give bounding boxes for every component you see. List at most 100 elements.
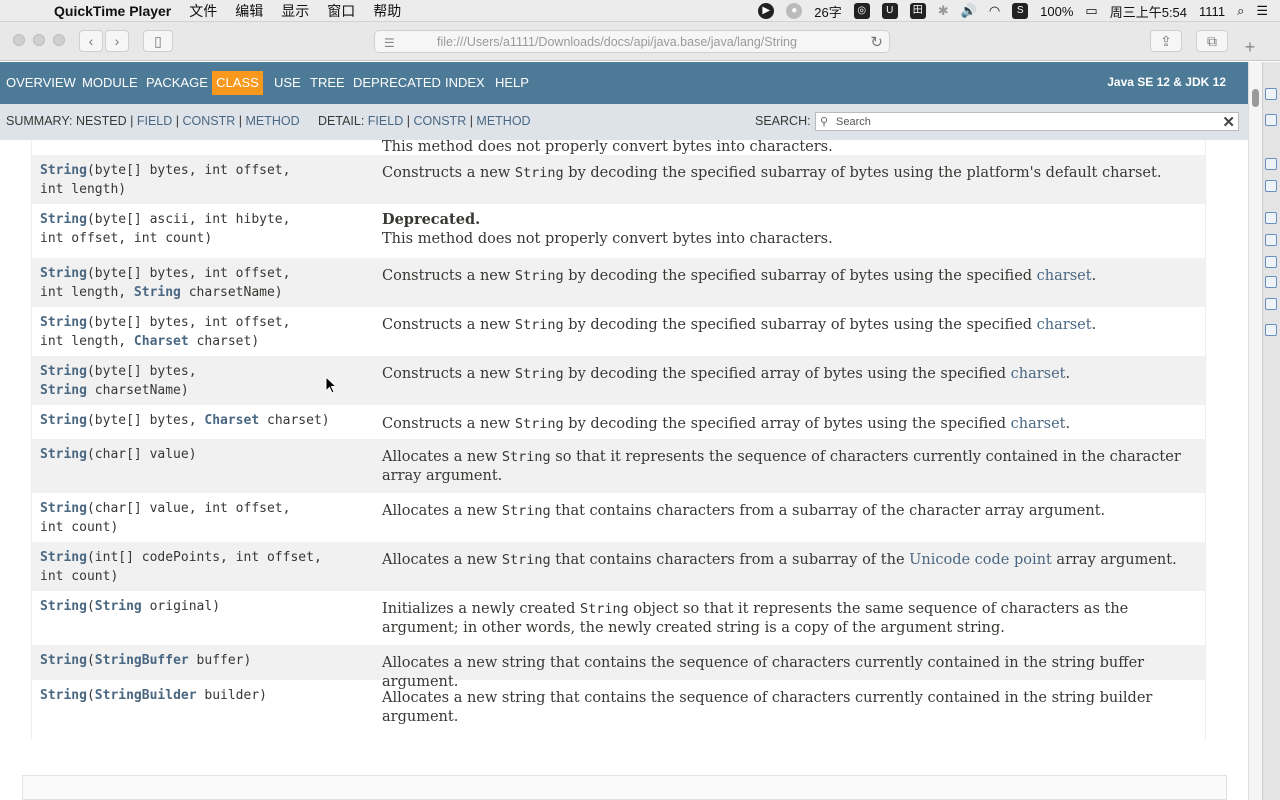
detail-method-link[interactable]: METHOD [476,114,530,128]
url-text[interactable]: file:///Users/a1111/Downloads/docs/api/j… [437,35,827,49]
app-menu[interactable]: QuickTime Player [54,3,171,19]
constructor-signature[interactable]: String(String original) [40,597,220,616]
nav-package[interactable]: PACKAGE [146,75,208,90]
dock-app-icon[interactable] [1265,298,1277,310]
constructor-signature[interactable]: String(char[] value) [40,445,197,464]
constructor-description: Deprecated. This method does not properly… [382,211,833,247]
nav-class-active[interactable]: CLASS [212,71,263,95]
search-placeholder: Search [836,116,871,128]
input-method-icon[interactable]: 田 [909,3,926,19]
word-count[interactable]: 26字 [814,2,841,21]
volume-icon[interactable]: 🔊 [961,3,977,19]
clipboard-icon[interactable]: U [881,3,898,19]
dock-app-icon[interactable] [1265,234,1277,246]
menu-help[interactable]: 帮助 [373,1,401,21]
sidebar-icon[interactable]: ▯ [143,30,173,52]
dock-app-icon[interactable] [1265,256,1277,268]
dock-app-icon[interactable] [1265,212,1277,224]
player-icon[interactable]: ▶ [758,3,775,19]
browser-toolbar: ‹ › ▯ ☰ file:///Users/a1111/Downloads/do… [0,22,1280,61]
constructor-signature[interactable]: String(byte[] bytes, int offset, int len… [40,264,290,302]
menu-bar: QuickTime Player 文件 编辑 显示 窗口 帮助 ▶ ● 26字 … [0,0,1280,22]
table-row: String(StringBuilder builder) Allocates a… [32,680,1205,740]
close-window-icon[interactable] [13,34,25,46]
table-row: This method does not properly convert by… [32,140,1205,155]
menu-file[interactable]: 文件 [189,1,217,21]
constructor-signature[interactable]: String(byte[] bytes, int offset, int len… [40,161,290,199]
back-icon[interactable]: ‹ [79,30,103,52]
search-input[interactable]: ⚲ Search ✕ [815,112,1239,131]
bluetooth-icon[interactable]: ✱ [938,3,949,19]
dock-app-icon[interactable] [1265,324,1277,336]
doc-link[interactable]: charset [1011,366,1066,382]
constructor-signature[interactable]: String(byte[] bytes, int offset, int len… [40,313,290,351]
dock-app-icon[interactable] [1265,158,1277,170]
menu-view[interactable]: 显示 [281,1,309,21]
doc-link[interactable]: charset [1037,317,1092,333]
forward-icon[interactable]: › [105,30,129,52]
vertical-scrollbar[interactable] [1248,62,1262,800]
dock-app-icon[interactable] [1265,114,1277,126]
constructor-signature[interactable]: String(byte[] bytes, String charsetName) [40,362,197,400]
doc-link[interactable]: charset [1011,416,1066,432]
menu-window[interactable]: 窗口 [327,1,355,21]
constructor-description: Constructs a new String by decoding the … [382,366,1071,382]
dock-app-icon[interactable] [1265,88,1277,100]
clear-search-icon[interactable]: ✕ [1222,113,1235,131]
nav-help[interactable]: HELP [495,75,529,90]
constructor-signature[interactable]: String(byte[] bytes, Charset charset) [40,411,330,430]
summary-method-link[interactable]: METHOD [245,114,299,128]
table-row: String(int[] codePoints, int offset, int… [32,542,1205,591]
battery-icon[interactable]: ▭ [1085,3,1097,19]
reader-icon[interactable]: ☰ [384,36,395,50]
dock-app-icon[interactable] [1265,180,1277,192]
scrollbar-thumb[interactable] [1252,89,1259,107]
spotlight-icon[interactable]: ⌕ [1237,3,1244,19]
summary-nested: NESTED [75,114,127,128]
tabs-overview-icon[interactable]: ⧉ [1196,30,1228,52]
doc-link[interactable]: Unicode code point [909,552,1052,568]
clock[interactable]: 周三上午5:54 [1110,2,1187,21]
battery-percent[interactable]: 100% [1040,4,1073,19]
constructor-signature[interactable]: String(StringBuilder builder) [40,686,267,705]
zoom-window-icon[interactable] [53,34,65,46]
nav-module[interactable]: MODULE [82,75,138,90]
side-dock [1262,62,1280,800]
summary-constr-link[interactable]: CONSTR [182,114,235,128]
new-tab-icon[interactable]: + [1240,38,1260,58]
dock-app-icon[interactable] [1265,276,1277,288]
table-row: String(char[] value) Allocates a new Stri… [32,439,1205,493]
address-bar[interactable]: ☰ file:///Users/a1111/Downloads/docs/api… [374,30,890,53]
user-name[interactable]: 1111 [1199,4,1225,19]
constructor-table: This method does not properly convert by… [31,140,1206,740]
constructor-signature[interactable]: String(char[] value, int offset, int cou… [40,499,290,537]
nav-tree[interactable]: TREE [310,75,345,90]
nav-index[interactable]: INDEX [445,75,485,90]
menu-edit[interactable]: 编辑 [235,1,263,21]
table-row: String(byte[] bytes, int offset, int len… [32,155,1205,204]
detail-constr-link[interactable]: CONSTR [413,114,466,128]
share-icon[interactable]: ⇪ [1150,30,1182,52]
reload-icon[interactable]: ↻ [870,33,883,51]
constructor-signature[interactable]: String(byte[] ascii, int hibyte, int off… [40,210,290,248]
nav-use[interactable]: USE [274,75,301,90]
minimize-window-icon[interactable] [33,34,45,46]
top-nav: OVERVIEW MODULE PACKAGE CLASS USE TREE D… [0,62,1248,104]
table-row: String(byte[] bytes, int offset, int len… [32,258,1205,307]
detail-field-link[interactable]: FIELD [368,114,403,128]
record-icon[interactable]: ● [786,3,803,19]
summary-links: SUMMARY: NESTED | FIELD | CONSTR | METHO… [6,114,300,128]
constructor-signature[interactable]: String(int[] codePoints, int offset, int… [40,548,322,586]
skype-icon[interactable]: S [1012,3,1029,19]
wifi-icon[interactable]: ◠ [989,3,1000,19]
notification-center-icon[interactable]: ☰ [1256,3,1268,19]
app-status-icon[interactable]: ◎ [853,3,870,19]
constructor-description: Constructs a new String by decoding the … [382,165,1162,181]
summary-label: SUMMARY: [6,114,73,128]
nav-deprecated[interactable]: DEPRECATED [353,75,441,90]
doc-link[interactable]: charset [1037,268,1092,284]
constructor-signature[interactable]: String(StringBuffer buffer) [40,651,251,670]
nav-overview[interactable]: OVERVIEW [6,75,76,90]
search-label: SEARCH: [755,114,811,128]
summary-field-link[interactable]: FIELD [137,114,172,128]
